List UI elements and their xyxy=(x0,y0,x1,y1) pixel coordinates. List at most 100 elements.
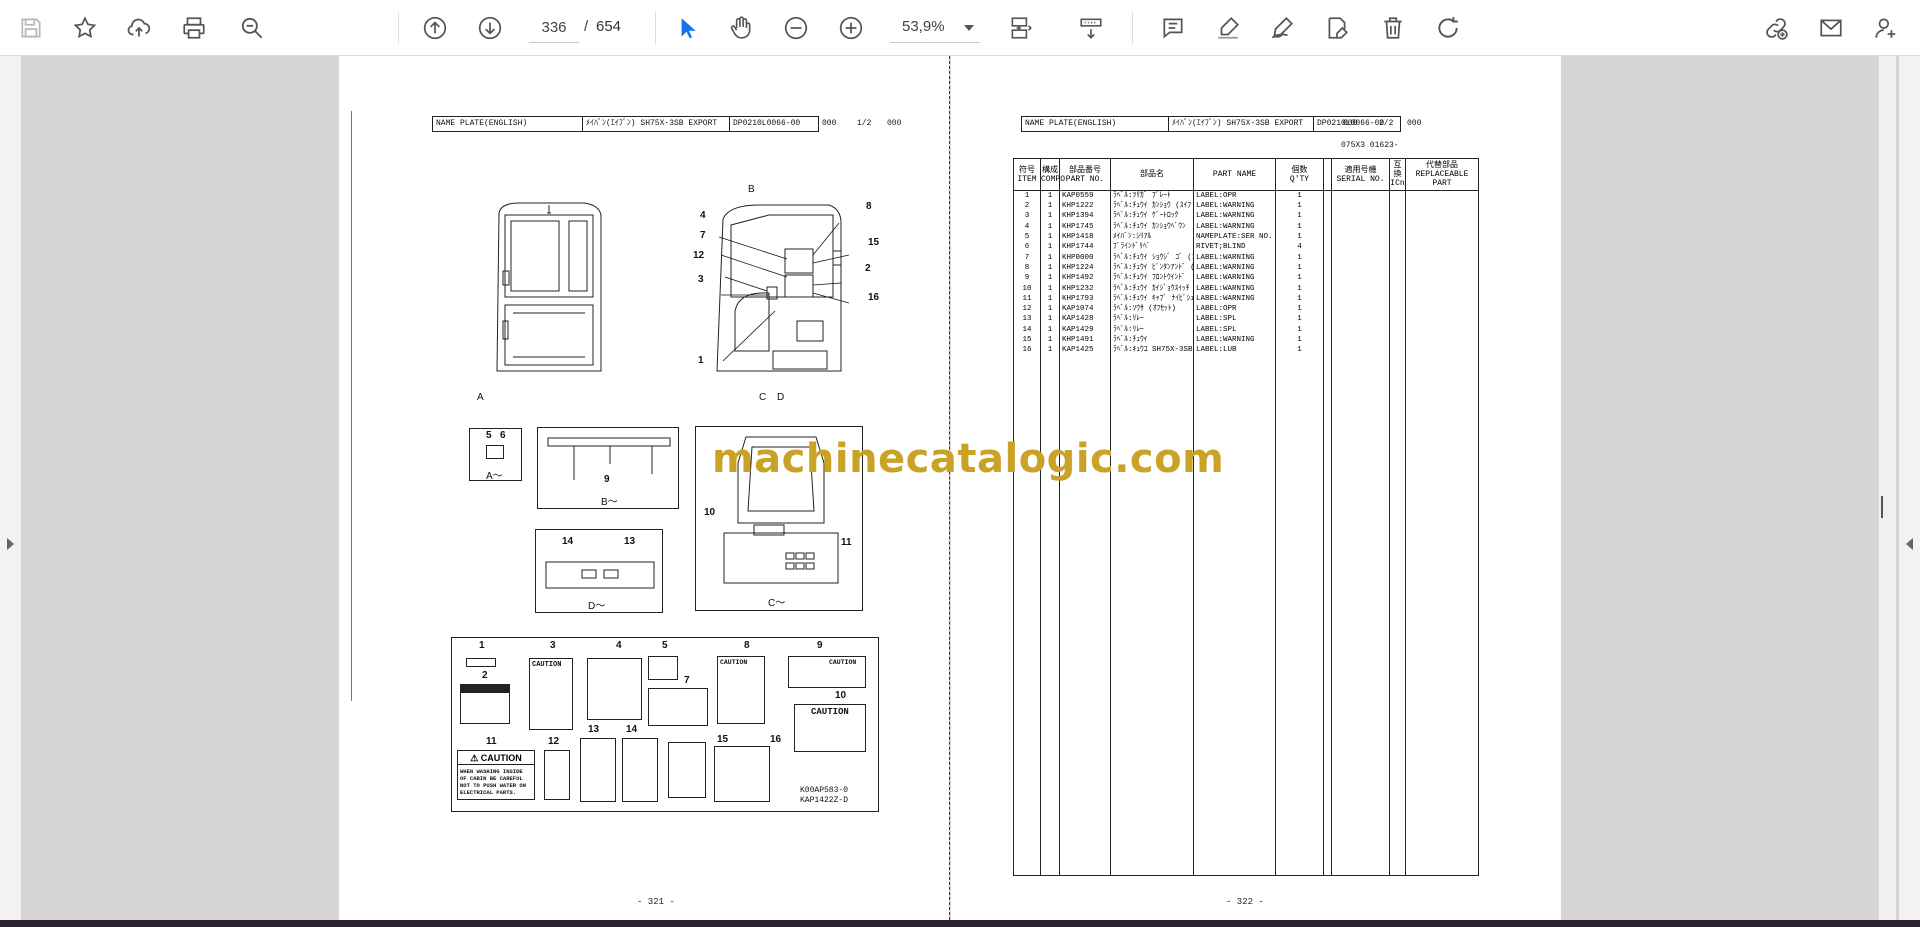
callout: 7 xyxy=(700,230,706,241)
table-cell: 9 xyxy=(1013,273,1041,284)
table-cell xyxy=(1331,345,1390,356)
highlight-pen-icon[interactable] xyxy=(1210,10,1246,46)
table-cell xyxy=(1389,273,1406,284)
zoom-out-icon[interactable] xyxy=(778,10,814,46)
table-filler-row xyxy=(1013,355,1479,876)
table-cell xyxy=(1059,355,1111,876)
table-row: 7 1 KHP0000 ﾗﾍﾞﾙ:ﾁｭｳｲ ｼｮｳｼﾞ ｺﾞ (I LABEL:WARN… xyxy=(1013,252,1479,263)
fit-page-icon[interactable] xyxy=(1003,10,1039,46)
decal-caution-washing: ⚠ CAUTION WHEN WASHING INSIDE OF CABIN B… xyxy=(457,750,535,800)
draw-sign-icon[interactable] xyxy=(1264,10,1300,46)
table-cell xyxy=(1405,334,1479,346)
table-cell xyxy=(1323,345,1332,356)
watermark-text: machinecatalogic.com xyxy=(712,436,1225,482)
share-link-icon[interactable] xyxy=(1758,10,1794,46)
table-row: 6 1 KHP1744 ﾌﾞﾗｲﾝﾄﾞﾘﾍﾞ RIVET;BLIND 4 xyxy=(1013,242,1479,253)
table-cell xyxy=(1389,355,1406,876)
table-row: 12 1 KAP1074 ﾗﾍﾞﾙ:ｿｳｻ (ｵﾌｾｯﾄ) LABEL:OPR 1 xyxy=(1013,303,1479,315)
decal-caution-text: CAUTION xyxy=(829,659,857,666)
table-cell xyxy=(1323,211,1332,222)
scrollbar-grip[interactable] xyxy=(1881,496,1883,518)
table-cell xyxy=(1405,211,1479,222)
table-cell xyxy=(1331,221,1390,232)
table-row: 2 1 KHP1222 ﾗﾍﾞﾙ:ﾁｭｳｲ ｶﾝｼｮｳ (ｽｲﾌ LABEL:WARNI… xyxy=(1013,201,1479,212)
callout: 3 xyxy=(698,274,704,285)
table-cell: 10 xyxy=(1013,283,1041,294)
bookmark-star-icon[interactable] xyxy=(67,10,103,46)
delete-icon[interactable] xyxy=(1375,10,1411,46)
rotate-icon[interactable] xyxy=(1430,10,1466,46)
zoom-select[interactable]: 53,9% xyxy=(890,13,980,43)
table-cell: KHP0000 xyxy=(1059,252,1111,263)
decal-warning-15 xyxy=(668,742,706,798)
hand-pan-icon[interactable] xyxy=(723,10,759,46)
search-zoom-icon[interactable] xyxy=(234,10,270,46)
table-row: 1 1 KAP0559 ﾗﾍﾞﾙ:ﾂﾘｶﾞ ﾌﾟﾚｰﾄ LABEL:OPR 1 xyxy=(1013,190,1479,201)
table-cell: 11 xyxy=(1013,293,1041,304)
table-cell xyxy=(1323,221,1332,232)
table-cell: 1 xyxy=(1040,231,1060,243)
page-number-input[interactable] xyxy=(529,13,579,43)
table-cell: 13 xyxy=(1013,314,1041,325)
table-cell xyxy=(1323,273,1332,284)
table-cell: KHP1793 xyxy=(1059,293,1111,304)
status-strip xyxy=(0,920,1920,927)
table-cell: ﾗﾍﾞﾙ:ﾁｭｳｲ xyxy=(1110,334,1194,346)
table-cell: 1 xyxy=(1040,252,1060,263)
table-cell: LABEL:WARNING xyxy=(1193,283,1276,294)
header-tail: 000 xyxy=(887,119,902,128)
table-cell xyxy=(1331,355,1390,876)
callout: 16 xyxy=(868,292,880,303)
table-cell xyxy=(1405,324,1479,335)
table-cell xyxy=(1405,283,1479,294)
left-panel-toggle[interactable] xyxy=(0,56,22,922)
table-cell xyxy=(1405,355,1479,876)
table-cell: 1 xyxy=(1040,211,1060,222)
col-item: 符号 ITEM xyxy=(1013,158,1041,191)
label-number: 2 xyxy=(482,670,488,681)
print-icon[interactable] xyxy=(176,10,212,46)
page-number-right: - 322 - xyxy=(1226,897,1264,907)
view-label: B xyxy=(748,184,755,195)
page-separator: / xyxy=(584,18,589,35)
select-cursor-icon[interactable] xyxy=(669,10,705,46)
col-icn: 互換 ICn xyxy=(1389,158,1406,191)
table-row: 13 1 KAP1428 ﾗﾍﾞﾙ:ﾘﾚｰ LABEL:SPL 1 xyxy=(1013,314,1479,325)
table-cell: ﾗﾍﾞﾙ:ﾁｭｳｲ ｶｲｼﾞｮｳｽｲｯﾁ xyxy=(1110,283,1194,294)
previous-page-icon[interactable] xyxy=(417,10,453,46)
label-number: 5 xyxy=(662,640,668,651)
expand-left-arrow-icon[interactable] xyxy=(7,538,14,550)
table-cell xyxy=(1331,211,1390,222)
pdf-page-right: NAME PLATE(ENGLISH) ﾒｲﾊﾞﾝ(ｴｲﾌﾞﾝ) SH75X-3… xyxy=(951,56,1561,920)
drawing-ref: K00AP583-0 xyxy=(800,786,849,795)
table-cell: KAP1074 xyxy=(1059,303,1111,315)
view-label: A xyxy=(477,392,484,403)
comment-icon[interactable] xyxy=(1155,10,1191,46)
next-page-icon[interactable] xyxy=(472,10,508,46)
table-cell xyxy=(1323,355,1332,876)
decal-relay-2 xyxy=(622,738,658,802)
table-cell: ﾗﾍﾞﾙ:ﾁｭｳｲ ﾋﾟﾝﾀﾝｱﾝﾄﾞ (I xyxy=(1110,262,1194,274)
email-icon[interactable] xyxy=(1813,10,1849,46)
save-icon[interactable] xyxy=(13,10,49,46)
expand-right-arrow-icon[interactable] xyxy=(1906,538,1913,550)
right-panel-toggle[interactable] xyxy=(1898,56,1920,922)
parts-list-table: 符号 ITEM 構成 COMPO 部品番号 PART NO. 部品名 PART NAM… xyxy=(1013,158,1479,876)
decal-caution-switch: CAUTION xyxy=(794,704,866,752)
label-number: 15 xyxy=(717,734,729,745)
fill-sign-icon[interactable] xyxy=(1319,10,1355,46)
decal-caution-text: CAUTION xyxy=(720,659,748,666)
page-scroll-icon[interactable] xyxy=(1073,10,1109,46)
table-cell: LABEL:WARNING xyxy=(1193,293,1276,304)
table-cell xyxy=(1405,273,1479,284)
label-number: 13 xyxy=(588,724,600,735)
header-tail: 000 xyxy=(1407,119,1422,128)
vertical-scrollbar[interactable] xyxy=(1878,56,1896,922)
add-user-icon[interactable] xyxy=(1868,10,1904,46)
header-page: 2/2 xyxy=(1379,119,1394,128)
upload-cloud-icon[interactable] xyxy=(121,10,157,46)
zoom-in-icon[interactable] xyxy=(833,10,869,46)
table-cell: 1 xyxy=(1275,221,1324,232)
table-cell: ﾗﾍﾞﾙ:ﾁｭｳｲ ｼｮｳｼﾞ ｺﾞ (I xyxy=(1110,252,1194,263)
table-cell xyxy=(1331,190,1390,201)
